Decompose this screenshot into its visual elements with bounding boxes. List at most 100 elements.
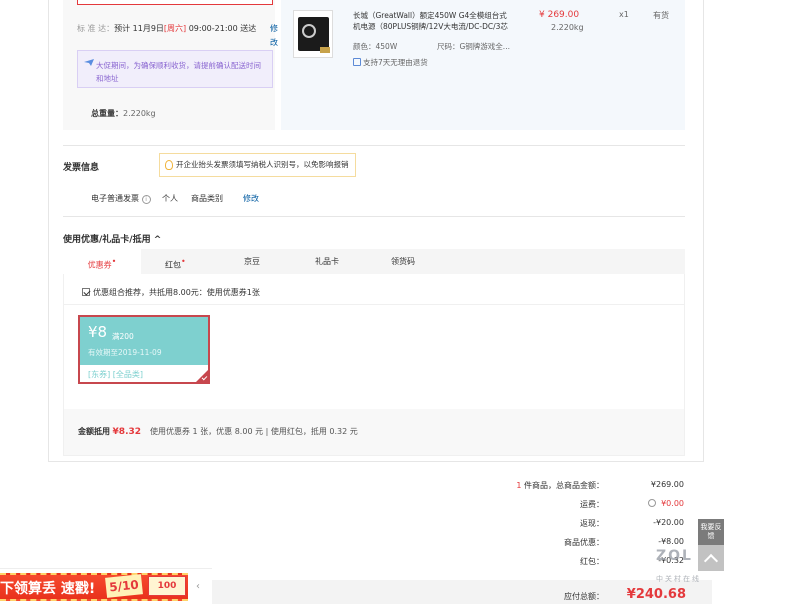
back-to-top-button[interactable] [698, 545, 724, 571]
shipping-value-wrap: ¥0.00 [648, 499, 684, 508]
product-size: 尺码：G铜牌游戏全... [437, 41, 510, 52]
coupon-card[interactable]: ¥8 满200 有效期至2019-11-09 [东券] [全品类] [78, 315, 210, 384]
delivery-time: 09:00-21:00 送达 [186, 24, 257, 33]
delivery-date: 预计 11月9日 [114, 24, 164, 33]
invoice-title: 发票信息 [63, 163, 100, 173]
chevron-up-icon: ^ [153, 235, 162, 245]
divider [64, 304, 684, 305]
promo-date: 5/10 [105, 574, 143, 598]
chevron-left-icon[interactable]: ‹ [196, 581, 200, 592]
total-bar: 应付总额： ¥240.68 [212, 580, 712, 604]
product-panel: 长城（GreatWall）额定450W G4全模组台式机电源（80PLUS铜牌/… [281, 0, 685, 130]
promo-notice: 大促期间，为确保顺利收货，请提前确认配送时间和地址 [77, 50, 273, 88]
coupon-tabs: 优惠券• 红包• 京豆 礼品卡 领货码 [63, 249, 685, 274]
promo-banner[interactable]: 下领算丢 速戳! 5/10 100 ‹ [0, 568, 212, 604]
divider [63, 216, 685, 217]
bulb-icon [165, 160, 173, 170]
new-dot-icon: • [111, 257, 117, 266]
badge-icon [320, 47, 330, 53]
order-page: 标 准 达：预计 11月9日[周六] 09:00-21:00 送达 修改 大促期… [48, 0, 704, 462]
invoice-tip: 开企业抬头发票须填写纳税人识别号，以免影响报销 [159, 153, 356, 177]
return-text: 支持7天无理由退货 [363, 58, 428, 67]
combo-text: 优惠组合推荐，共抵用8.00元：使用优惠券1张 [93, 288, 260, 297]
return-policy: 支持7天无理由退货 [353, 57, 428, 68]
coupon-tags: [东券] [全品类] [88, 370, 144, 379]
coupon-total: 金额抵用 ¥8.32 [78, 426, 141, 437]
new-dot-icon: • [181, 257, 186, 266]
delivery-weekday: [周六] [163, 24, 187, 33]
fan-ring-icon [302, 24, 316, 38]
total-value: ¥240.68 [626, 587, 686, 602]
size-label: 尺码： [437, 42, 460, 51]
shipping-label: 运费： [580, 500, 604, 509]
tab-pickup-code[interactable]: 领货码 [391, 249, 415, 274]
color-value: 450W [375, 42, 398, 51]
invoice-type: 电子普通发票 i [91, 193, 151, 204]
tab-label: 礼品卡 [315, 257, 339, 266]
coupon-top: ¥8 满200 有效期至2019-11-09 [80, 317, 208, 365]
coupon-breakdown: 使用优惠券 1 张，优惠 8.00 元 | 使用红包，抵用 0.32 元 [150, 427, 358, 436]
total-weight: 总重量：2.220kg [91, 108, 156, 119]
tab-label: 领货码 [391, 257, 415, 266]
tab-coupon[interactable]: 优惠券• [63, 249, 141, 274]
goods-label: 1 件商品，总商品金额： [516, 480, 604, 491]
discount-value: -¥8.00 [658, 537, 684, 546]
weight-value: 2.220kg [123, 109, 156, 118]
goods-value: ¥269.00 [650, 480, 684, 489]
invoice-content: 商品类别 [191, 194, 223, 203]
edit-delivery-link[interactable]: 修改 [270, 22, 278, 50]
product-image[interactable] [293, 10, 333, 58]
delivery-row: 标 准 达：预计 11月9日[周六] 09:00-21:00 送达 修改 [77, 22, 278, 47]
coupon-min: 满200 [112, 332, 134, 341]
product-title[interactable]: 长城（GreatWall）额定450W G4全模组台式机电源（80PLUS铜牌/… [353, 10, 513, 32]
help-icon[interactable]: i [141, 195, 151, 204]
feedback-button[interactable]: 我要反馈 [698, 519, 724, 545]
product-price: ¥ 269.00 [539, 10, 580, 20]
tab-label: 京豆 [244, 257, 260, 266]
edit-invoice-link[interactable]: 修改 [243, 193, 259, 204]
clock-icon[interactable] [648, 499, 657, 507]
tab-jingdou[interactable]: 京豆 [244, 249, 260, 274]
divider [63, 145, 685, 146]
coupon-amount: ¥8 [88, 323, 108, 341]
shipping-panel: 标 准 达：预计 11月9日[周六] 09:00-21:00 送达 修改 大促期… [63, 0, 278, 130]
tab-label: 优惠券 [87, 260, 112, 270]
invoice-type-text: 电子普通发票 [91, 194, 139, 203]
checkbox-checked[interactable] [82, 288, 90, 296]
tab-label: 红包 [165, 260, 181, 270]
zol-watermark: ZOL [656, 548, 693, 564]
rebate-label: 返现： [580, 519, 604, 528]
size-value: G铜牌游戏全... [459, 42, 510, 51]
tab-giftcard[interactable]: 礼品卡 [315, 249, 339, 274]
redpack-label: 红包： [580, 557, 604, 566]
zol-watermark-sub: 中关村在线 [656, 575, 701, 583]
goods-label-text: 件商品，总商品金额： [521, 481, 604, 490]
shipping-value: ¥0.00 [661, 499, 684, 508]
promo-text: 下领算丢 速戳! [0, 581, 96, 597]
product-stock: 有货 [653, 11, 669, 20]
coupon-section-title[interactable]: 使用优惠/礼品卡/抵用 ^ [63, 232, 161, 245]
coupon-total-value: ¥8.32 [112, 427, 142, 437]
invoice-tip-text: 开企业抬头发票须填写纳税人识别号，以免影响报销 [176, 160, 349, 169]
notice-text: 大促期间，为确保顺利收货，请提前确认配送时间和地址 [96, 61, 261, 83]
product-qty: x1 [619, 10, 629, 19]
coupon-expiry: 有效期至2019-11-09 [88, 348, 162, 357]
coupon-title-text: 使用优惠/礼品卡/抵用 [63, 235, 151, 245]
discount-label: 商品优惠： [564, 538, 604, 547]
paper-plane-icon [84, 59, 94, 66]
color-label: 颜色： [353, 42, 376, 51]
rebate-value: -¥20.00 [653, 518, 684, 527]
coupon-summary: 金额抵用 ¥8.32 使用优惠券 1 张，优惠 8.00 元 | 使用红包，抵用… [64, 409, 684, 455]
product-color: 颜色：450W [353, 41, 397, 52]
invoice-holder: 个人 [162, 194, 178, 203]
combo-recommend[interactable]: 优惠组合推荐，共抵用8.00元：使用优惠券1张 [82, 287, 260, 298]
return-icon [353, 58, 361, 66]
weight-label: 总重量： [91, 109, 123, 118]
tab-redpack[interactable]: 红包• [165, 249, 186, 274]
delivery-label: 标 准 达： [77, 24, 115, 33]
promo-ticket: 100 [148, 576, 186, 596]
total-label: 应付总额： [564, 592, 604, 601]
coupon-total-label: 金额抵用 [78, 427, 110, 436]
selected-shipping-border [77, 0, 273, 5]
coupon-body: 优惠组合推荐，共抵用8.00元：使用优惠券1张 ¥8 满200 有效期至2019… [63, 274, 685, 456]
